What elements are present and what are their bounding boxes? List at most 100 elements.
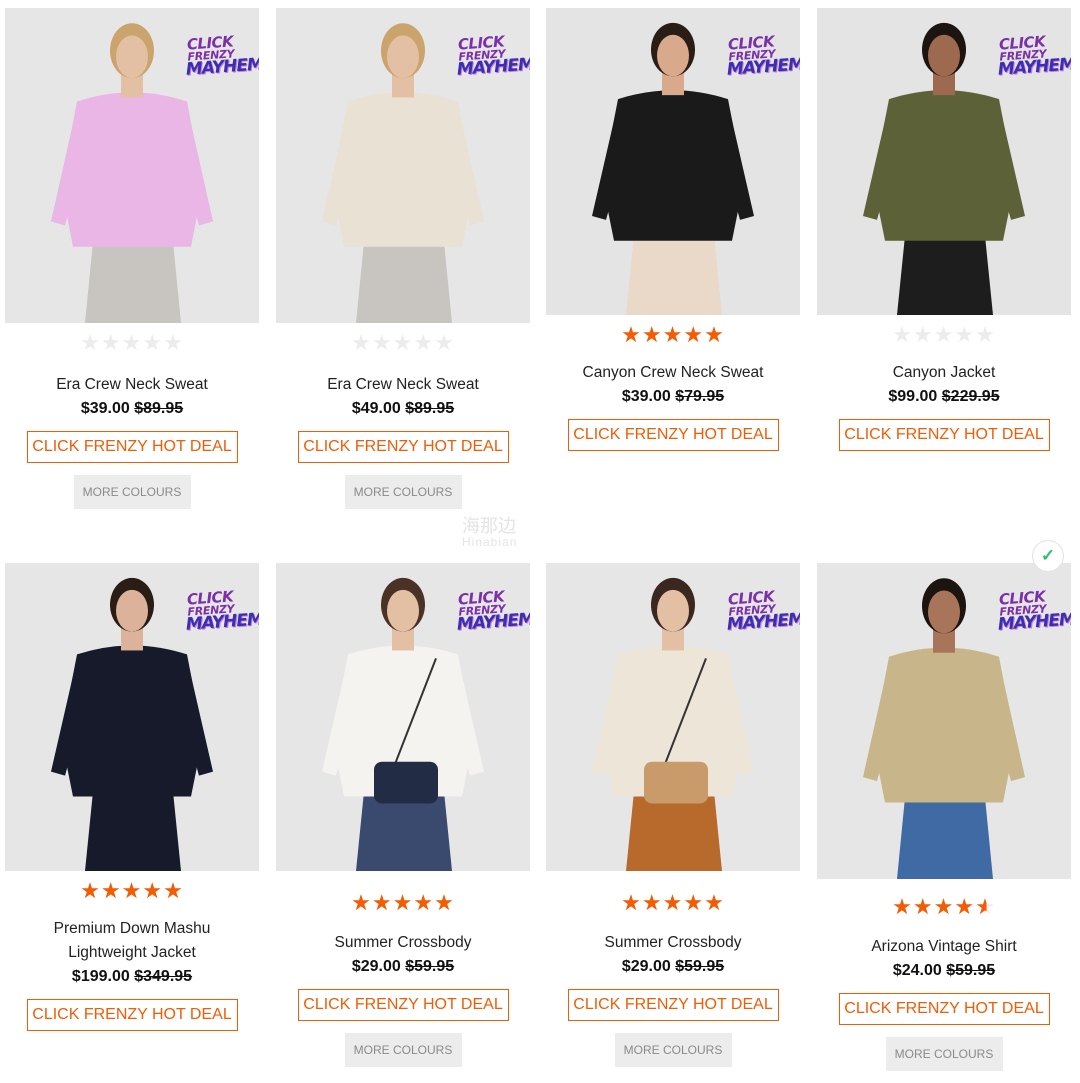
product-price: $29.00 $59.95 xyxy=(276,955,530,979)
star-icon: ★ xyxy=(163,879,184,904)
star-icon: ★ xyxy=(662,891,684,916)
star-icon: ★ xyxy=(121,879,143,904)
product-card[interactable]: CLICK FRENZY MAYHEM ★★★★★ Canyon Jacket $9… xyxy=(817,8,1071,451)
star-icon: ★ xyxy=(351,891,372,916)
badge-text: MAYHEM xyxy=(997,609,1071,635)
sale-price: $39.00 xyxy=(80,400,130,417)
click-frenzy-mayhem-badge: CLICK FRENZY MAYHEM xyxy=(996,587,1071,635)
more-colours-button[interactable]: MORE COLOURS xyxy=(344,1033,462,1067)
rating-stars: ★★★★★ xyxy=(276,331,530,357)
star-icon: ★ xyxy=(621,323,642,348)
watermark-line2: Hinabian xyxy=(462,535,518,549)
product-card[interactable]: CLICK FRENZY MAYHEM ★★★★★ Premium Down Mas… xyxy=(5,563,259,1031)
product-image[interactable]: CLICK FRENZY MAYHEM xyxy=(546,8,800,315)
star-icon: ★ xyxy=(413,891,435,916)
product-image[interactable]: CLICK FRENZY MAYHEM xyxy=(817,8,1071,315)
star-icon: ★ xyxy=(912,895,934,920)
sale-price: $199.00 xyxy=(71,968,130,985)
product-card[interactable]: CLICK FRENZY MAYHEM ★★★★★ Era Crew Neck Sw… xyxy=(276,8,530,509)
star-icon: ★ xyxy=(413,331,435,356)
product-image[interactable]: CLICK FRENZY MAYHEM xyxy=(5,563,259,871)
product-price: $39.00 $79.95 xyxy=(546,385,800,409)
star-icon: ★ xyxy=(933,895,955,920)
click-frenzy-mayhem-badge: CLICK FRENZY MAYHEM xyxy=(455,587,530,635)
product-name[interactable]: Canyon Crew Neck Sweat xyxy=(546,361,800,385)
sale-price: $29.00 xyxy=(351,958,401,975)
hot-deal-button[interactable]: CLICK FRENZY HOT DEAL xyxy=(297,989,509,1021)
star-icon: ★ xyxy=(975,895,996,920)
product-name[interactable]: Premium Down Mashu Lightweight Jacket xyxy=(5,917,259,965)
badge-text: MAYHEM xyxy=(185,54,259,80)
more-colours-button[interactable]: MORE COLOURS xyxy=(344,475,462,509)
star-icon: ★ xyxy=(683,323,705,348)
star-icon: ★ xyxy=(351,331,372,356)
star-icon: ★ xyxy=(80,879,101,904)
product-image[interactable]: CLICK FRENZY MAYHEM xyxy=(546,563,800,871)
hot-deal-button[interactable]: CLICK FRENZY HOT DEAL xyxy=(567,989,779,1021)
click-frenzy-mayhem-badge: CLICK FRENZY MAYHEM xyxy=(184,587,259,635)
product-price: $29.00 $59.95 xyxy=(546,955,800,979)
original-price: $59.95 xyxy=(675,958,725,975)
star-icon: ★ xyxy=(892,895,913,920)
star-icon: ★ xyxy=(704,891,725,916)
product-image[interactable]: CLICK FRENZY MAYHEM xyxy=(276,563,530,871)
badge-text: MAYHEM xyxy=(456,609,530,635)
product-card[interactable]: CLICK FRENZY MAYHEM ★★★★★ Summer Crossbody… xyxy=(546,563,800,1067)
product-card[interactable]: CLICK FRENZY MAYHEM ★★★★★ Era Crew Neck Sw… xyxy=(5,8,259,509)
product-price: $99.00 $229.95 xyxy=(817,385,1071,409)
star-icon: ★ xyxy=(641,323,663,348)
watermark: 海那边 Hinabian xyxy=(462,517,518,550)
badge-text: MAYHEM xyxy=(185,609,259,635)
star-icon: ★ xyxy=(683,891,705,916)
more-colours-button[interactable]: MORE COLOURS xyxy=(885,1037,1003,1071)
sale-price: $24.00 xyxy=(892,962,942,979)
more-colours-button[interactable]: MORE COLOURS xyxy=(614,1033,732,1067)
product-card[interactable]: CLICK FRENZY MAYHEM ★★★★★ Canyon Crew Neck… xyxy=(546,8,800,451)
original-price: $229.95 xyxy=(941,388,1000,405)
click-frenzy-mayhem-badge: CLICK FRENZY MAYHEM xyxy=(725,587,800,634)
product-price: $199.00 $349.95 xyxy=(5,965,259,989)
product-price: $24.00 $59.95 xyxy=(817,959,1071,983)
rating-stars: ★★★★★ xyxy=(817,895,1071,921)
original-price: $349.95 xyxy=(134,968,193,985)
star-icon: ★ xyxy=(434,331,455,356)
product-image[interactable]: CLICK FRENZY MAYHEM xyxy=(5,8,259,323)
product-price: $39.00 $89.95 xyxy=(5,397,259,421)
product-name[interactable]: Summer Crossbody xyxy=(276,931,530,955)
product-name[interactable]: Era Crew Neck Sweat xyxy=(5,373,259,397)
hot-deal-button[interactable]: CLICK FRENZY HOT DEAL xyxy=(838,993,1050,1025)
product-card[interactable]: CLICK FRENZY MAYHEM ★★★★★ Arizona Vintage … xyxy=(817,563,1071,1071)
product-price: $49.00 $89.95 xyxy=(276,397,530,421)
star-icon: ★ xyxy=(100,879,122,904)
hot-deal-button[interactable]: CLICK FRENZY HOT DEAL xyxy=(26,999,238,1031)
hot-deal-button[interactable]: CLICK FRENZY HOT DEAL xyxy=(297,431,509,463)
star-icon: ★ xyxy=(662,323,684,348)
product-image[interactable]: CLICK FRENZY MAYHEM xyxy=(817,563,1071,879)
product-name[interactable]: Era Crew Neck Sweat xyxy=(276,373,530,397)
original-price: $59.95 xyxy=(946,962,996,979)
star-icon: ★ xyxy=(371,891,393,916)
hot-deal-button[interactable]: CLICK FRENZY HOT DEAL xyxy=(567,419,779,451)
badge-text: MAYHEM xyxy=(726,54,800,80)
star-icon: ★ xyxy=(80,331,101,356)
more-colours-button[interactable]: MORE COLOURS xyxy=(73,475,191,509)
star-icon: ★ xyxy=(954,323,976,348)
sale-price: $39.00 xyxy=(621,388,671,405)
product-image[interactable]: CLICK FRENZY MAYHEM xyxy=(276,8,530,323)
product-name[interactable]: Canyon Jacket xyxy=(817,361,1071,385)
click-frenzy-mayhem-badge: CLICK FRENZY MAYHEM xyxy=(184,32,259,80)
star-icon: ★ xyxy=(392,891,414,916)
product-name[interactable]: Arizona Vintage Shirt xyxy=(817,935,1071,959)
star-icon: ★ xyxy=(100,331,122,356)
hot-deal-button[interactable]: CLICK FRENZY HOT DEAL xyxy=(838,419,1050,451)
original-price: $89.95 xyxy=(405,400,455,417)
star-icon: ★ xyxy=(933,323,955,348)
click-frenzy-mayhem-badge: CLICK FRENZY MAYHEM xyxy=(725,32,800,80)
product-name[interactable]: Summer Crossbody xyxy=(546,931,800,955)
rating-stars: ★★★★★ xyxy=(546,323,800,349)
rating-stars: ★★★★★ xyxy=(5,879,259,905)
product-card[interactable]: CLICK FRENZY MAYHEM ★★★★★ Summer Crossbody… xyxy=(276,563,530,1067)
hot-deal-button[interactable]: CLICK FRENZY HOT DEAL xyxy=(26,431,238,463)
rating-stars: ★★★★★ xyxy=(5,331,259,357)
check-logo-icon[interactable]: ✓ xyxy=(1032,540,1064,572)
